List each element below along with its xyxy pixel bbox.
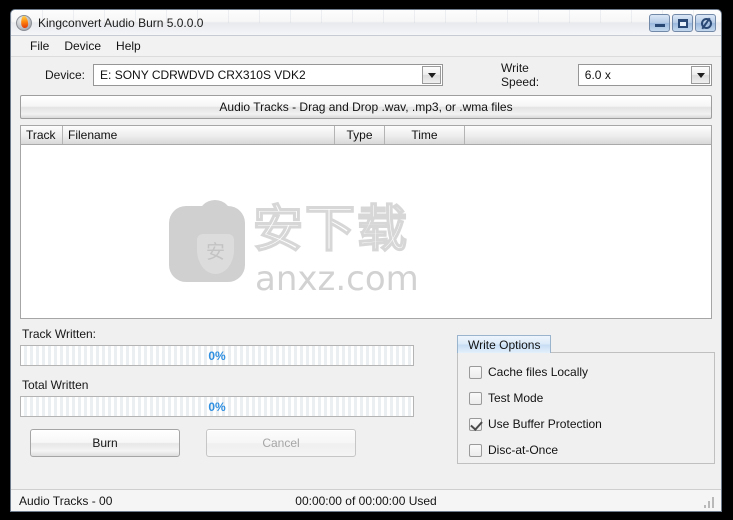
column-header-track[interactable]: Track xyxy=(21,126,63,144)
checkbox-label: Test Mode xyxy=(488,391,544,405)
menu-item-file[interactable]: File xyxy=(23,37,56,55)
checkbox-test-mode[interactable]: Test Mode xyxy=(469,391,543,405)
status-bar: Audio Tracks - 00 00:00:00 of 00:00:00 U… xyxy=(11,489,721,511)
cancel-button: Cancel xyxy=(206,429,356,457)
application-window: Kingconvert Audio Burn 5.0.0.0 File Devi… xyxy=(10,9,722,512)
write-speed-group: Write Speed: 6.0 x xyxy=(501,61,712,89)
checkbox-disc-at-once[interactable]: Disc-at-Once xyxy=(469,443,558,457)
checkbox-label: Disc-at-Once xyxy=(488,443,559,457)
checkbox-checked-icon[interactable] xyxy=(469,417,482,431)
progress-column: Track Written: 0% Total Written 0% Burn … xyxy=(20,327,424,489)
device-label: Device: xyxy=(45,68,86,82)
column-header-type[interactable]: Type xyxy=(335,126,385,144)
window-title: Kingconvert Audio Burn 5.0.0.0 xyxy=(38,15,204,30)
title-bar[interactable]: Kingconvert Audio Burn 5.0.0.0 xyxy=(11,10,721,36)
checkbox-label: Use Buffer Protection xyxy=(488,417,602,431)
chevron-down-icon[interactable] xyxy=(691,66,710,84)
checkbox-cache-files-locally[interactable]: Cache files Locally xyxy=(469,365,588,379)
watermark-url-text: anxz.com xyxy=(255,259,419,299)
close-button[interactable] xyxy=(695,13,716,32)
write-options-group: Write Options Cache files Locally Test M… xyxy=(457,335,715,464)
resize-grip-icon[interactable] xyxy=(704,495,717,508)
write-speed-selected-value: 6.0 x xyxy=(584,68,611,82)
status-track-count: Audio Tracks - 00 xyxy=(19,493,113,508)
flame-disc-icon xyxy=(16,14,32,31)
site-watermark: 安 安下载 anxz.com xyxy=(161,199,419,308)
total-written-percent: 0% xyxy=(208,399,226,414)
menu-item-device[interactable]: Device xyxy=(57,37,108,55)
drag-drop-banner[interactable]: Audio Tracks - Drag and Drop .wav, .mp3,… xyxy=(20,95,712,119)
action-buttons: Burn Cancel xyxy=(30,429,424,457)
lower-panel: Track Written: 0% Total Written 0% Burn … xyxy=(20,319,715,489)
device-selected-value: E: SONY CDRWDVD CRX310S VDK2 xyxy=(100,68,306,82)
minimize-button[interactable] xyxy=(649,13,670,32)
maximize-icon xyxy=(678,18,688,28)
track-table[interactable]: Track Filename Type Time 安 安下载 anxz.com xyxy=(20,125,712,319)
watermark-bag-icon: 安 xyxy=(169,200,245,282)
table-body[interactable]: 安 安下载 anxz.com xyxy=(21,145,711,318)
write-options-title: Write Options xyxy=(457,335,552,353)
minimize-icon xyxy=(655,23,665,27)
checkbox-icon[interactable] xyxy=(469,365,482,379)
write-speed-label: Write Speed: xyxy=(501,61,540,89)
checkbox-use-buffer-protection[interactable]: Use Buffer Protection xyxy=(469,417,602,431)
total-written-label: Total Written xyxy=(22,378,89,392)
track-written-label: Track Written: xyxy=(22,327,97,341)
checkbox-icon[interactable] xyxy=(469,391,482,405)
watermark-chinese-text: 安下载 xyxy=(252,199,409,260)
window-controls xyxy=(649,13,718,32)
menu-bar: File Device Help xyxy=(11,36,721,57)
column-header-time[interactable]: Time xyxy=(385,126,465,144)
checkbox-label: Cache files Locally xyxy=(488,365,589,379)
table-header-row: Track Filename Type Time xyxy=(21,126,711,145)
checkbox-icon[interactable] xyxy=(469,443,482,457)
device-select[interactable]: E: SONY CDRWDVD CRX310S VDK2 xyxy=(93,64,444,86)
device-row: Device: E: SONY CDRWDVD CRX310S VDK2 Wri… xyxy=(20,57,712,93)
status-time-used: 00:00:00 of 00:00:00 Used xyxy=(295,493,437,508)
watermark-shield-icon: 安 xyxy=(197,234,234,274)
chevron-down-icon[interactable] xyxy=(422,66,442,84)
column-header-filename[interactable]: Filename xyxy=(63,126,335,144)
track-written-progressbar: 0% xyxy=(20,345,414,366)
write-speed-select[interactable]: 6.0 x xyxy=(577,64,712,86)
total-written-progressbar: 0% xyxy=(20,396,414,417)
maximize-button[interactable] xyxy=(672,13,693,32)
menu-item-help[interactable]: Help xyxy=(109,37,148,55)
burn-button[interactable]: Burn xyxy=(30,429,180,457)
column-header-blank[interactable] xyxy=(465,126,711,144)
main-content: Device: E: SONY CDRWDVD CRX310S VDK2 Wri… xyxy=(11,57,721,489)
watermark-shield-char: 安 xyxy=(205,240,225,263)
track-written-percent: 0% xyxy=(208,348,226,363)
